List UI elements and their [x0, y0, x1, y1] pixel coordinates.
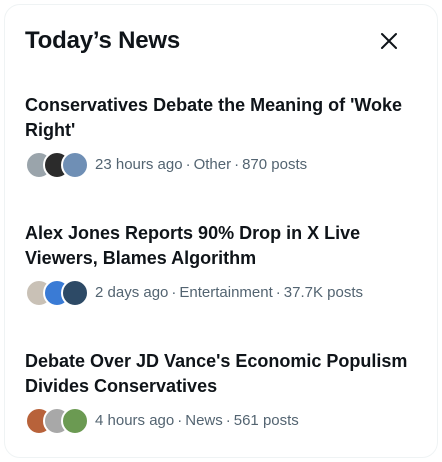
news-story[interactable]: Alex Jones Reports 90% Drop in X Live Vi…	[25, 221, 425, 307]
card-title: Today’s News	[25, 27, 180, 54]
story-category: Entertainment	[179, 284, 273, 301]
story-meta-text: 4 hours ago · News · 561 posts	[95, 412, 299, 429]
story-time: 4 hours ago	[95, 412, 175, 429]
close-icon	[381, 33, 397, 49]
story-meta: 2 days ago · Entertainment · 37.7K posts	[25, 279, 425, 307]
avatar	[61, 407, 89, 435]
news-story[interactable]: Debate Over JD Vance's Economic Populism…	[25, 349, 425, 435]
card-header: Today’s News	[25, 25, 417, 57]
story-post-count: 561 posts	[233, 412, 299, 429]
story-time: 23 hours ago	[95, 156, 183, 173]
avatar-stack	[25, 407, 89, 435]
avatar	[61, 151, 89, 179]
story-meta: 23 hours ago · Other · 870 posts	[25, 151, 425, 179]
story-title[interactable]: Debate Over JD Vance's Economic Populism…	[25, 349, 425, 399]
story-meta: 4 hours ago · News · 561 posts	[25, 407, 425, 435]
story-meta-text: 23 hours ago · Other · 870 posts	[95, 156, 308, 173]
story-meta-text: 2 days ago · Entertainment · 37.7K posts	[95, 284, 363, 301]
story-time: 2 days ago	[95, 284, 169, 301]
avatar	[61, 279, 89, 307]
story-category: Other	[193, 156, 232, 173]
story-post-count: 37.7K posts	[283, 284, 363, 301]
story-category: News	[185, 412, 223, 429]
story-post-count: 870 posts	[242, 156, 308, 173]
avatar-stack	[25, 279, 89, 307]
story-title[interactable]: Alex Jones Reports 90% Drop in X Live Vi…	[25, 221, 425, 271]
avatar-stack	[25, 151, 89, 179]
story-title[interactable]: Conservatives Debate the Meaning of 'Wok…	[25, 93, 425, 143]
todays-news-card: Today’s News Conservatives Debate the Me…	[4, 4, 438, 458]
news-story[interactable]: Conservatives Debate the Meaning of 'Wok…	[25, 93, 425, 179]
close-button[interactable]	[373, 25, 405, 57]
